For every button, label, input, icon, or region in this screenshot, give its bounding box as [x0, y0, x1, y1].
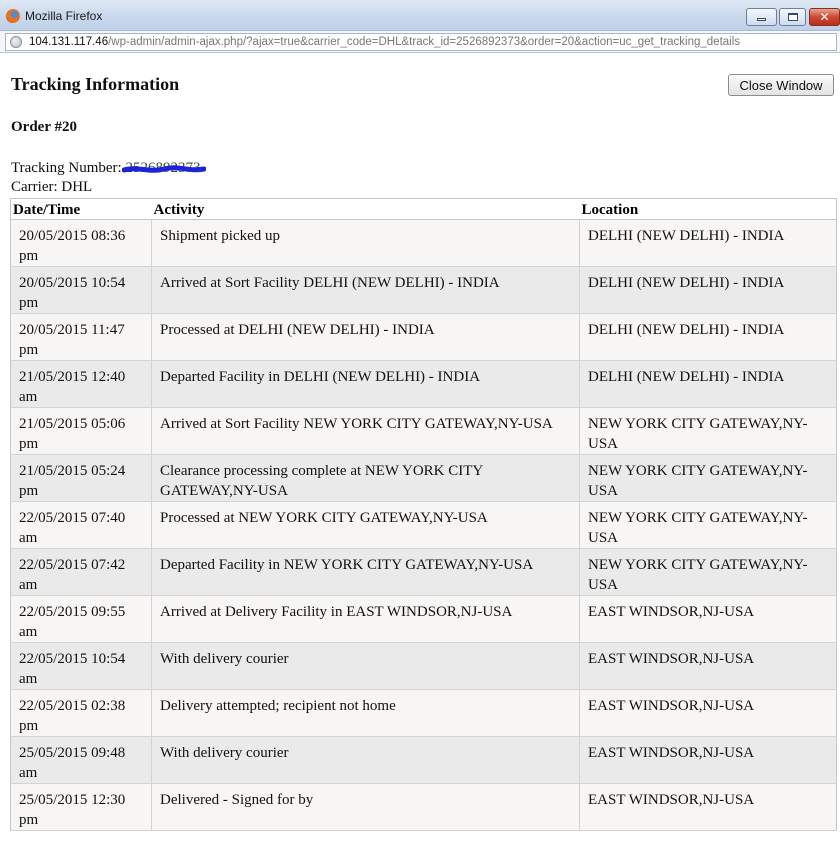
cell-datetime: 22/05/2015 07:40 am — [10, 501, 152, 549]
cell-activity: Delivery attempted; recipient not home — [151, 689, 580, 737]
table-row: 22/05/2015 07:42 am Departed Facility in … — [10, 548, 837, 596]
cell-location: EAST WINDSOR,NJ-USA — [579, 689, 837, 737]
firefox-icon — [6, 9, 20, 23]
minimize-button[interactable] — [746, 8, 777, 26]
tracking-table: Date/Time Activity Location 20/05/2015 0… — [10, 198, 837, 831]
cell-location: DELHI (NEW DELHI) - INDIA — [579, 313, 837, 361]
cell-datetime: 21/05/2015 12:40 am — [10, 360, 152, 408]
cell-activity: Departed Facility in DELHI (NEW DELHI) -… — [151, 360, 580, 408]
maximize-button[interactable] — [779, 8, 806, 26]
cell-activity: Arrived at Delivery Facility in EAST WIN… — [151, 595, 580, 643]
cell-location: DELHI (NEW DELHI) - INDIA — [579, 360, 837, 408]
table-row: 20/05/2015 08:36 pm Shipment picked up DEL… — [10, 219, 837, 267]
tracking-number-label: Tracking Number: — [11, 160, 122, 176]
tracking-number-line: Tracking Number: 2526892373 — [11, 160, 207, 177]
tracking-number-text: 2526892373 — [125, 160, 201, 176]
close-icon: ✕ — [819, 10, 830, 24]
cell-datetime: 22/05/2015 07:42 am — [10, 548, 152, 596]
cell-activity: Delivered - Signed for by — [151, 783, 580, 831]
close-window-control[interactable]: ✕ — [809, 8, 840, 26]
cell-datetime: 22/05/2015 10:54 am — [10, 642, 152, 690]
cell-location: NEW YORK CITY GATEWAY,NY-USA — [579, 501, 837, 549]
close-window-button[interactable]: Close Window — [728, 74, 834, 96]
url-path: /wp-admin/admin-ajax.php/?ajax=true&carr… — [108, 36, 741, 48]
cell-datetime: 20/05/2015 08:36 pm — [10, 219, 152, 267]
tracking-number-value: 2526892373 — [122, 160, 207, 176]
cell-location: NEW YORK CITY GATEWAY,NY-USA — [579, 454, 837, 502]
tracking-table-body: 20/05/2015 08:36 pm Shipment picked up DEL… — [10, 219, 837, 831]
column-header-datetime: Date/Time — [10, 198, 152, 220]
page-title: Tracking Information — [11, 74, 180, 94]
table-row: 22/05/2015 02:38 pm Delivery attempted; r… — [10, 689, 837, 737]
column-header-activity: Activity — [151, 198, 580, 220]
url-field[interactable]: 104.131.117.46/wp-admin/admin-ajax.php/?… — [5, 33, 837, 51]
carrier-label: Carrier: — [11, 179, 58, 195]
cell-datetime: 20/05/2015 10:54 pm — [10, 266, 152, 314]
cell-activity: Processed at DELHI (NEW DELHI) - INDIA — [151, 313, 580, 361]
cell-location: EAST WINDSOR,NJ-USA — [579, 642, 837, 690]
cell-location: DELHI (NEW DELHI) - INDIA — [579, 219, 837, 267]
table-row: 22/05/2015 07:40 am Processed at NEW YORK… — [10, 501, 837, 549]
address-bar: 104.131.117.46/wp-admin/admin-ajax.php/?… — [0, 31, 840, 53]
cell-datetime: 20/05/2015 11:47 pm — [10, 313, 152, 361]
table-row: 21/05/2015 12:40 am Departed Facility in … — [10, 360, 837, 408]
url-host: 104.131.117.46 — [29, 36, 109, 48]
cell-location: EAST WINDSOR,NJ-USA — [579, 783, 837, 831]
table-row: 20/05/2015 10:54 pm Arrived at Sort Facil… — [10, 266, 837, 314]
carrier-line: Carrier: DHL — [11, 179, 92, 196]
order-heading: Order #20 — [11, 119, 77, 135]
cell-datetime: 21/05/2015 05:06 pm — [10, 407, 152, 455]
cell-activity: Processed at NEW YORK CITY GATEWAY,NY-US… — [151, 501, 580, 549]
minimize-icon — [757, 18, 766, 21]
maximize-icon — [787, 13, 798, 21]
window-title: Mozilla Firefox — [25, 9, 103, 23]
cell-datetime: 22/05/2015 09:55 am — [10, 595, 152, 643]
cell-datetime: 25/05/2015 09:48 am — [10, 736, 152, 784]
cell-activity: Clearance processing complete at NEW YOR… — [151, 454, 580, 502]
cell-activity: Arrived at Sort Facility NEW YORK CITY G… — [151, 407, 580, 455]
cell-location: EAST WINDSOR,NJ-USA — [579, 736, 837, 784]
table-row: 20/05/2015 11:47 pm Processed at DELHI (N… — [10, 313, 837, 361]
cell-activity: With delivery courier — [151, 736, 580, 784]
url-text: 104.131.117.46/wp-admin/admin-ajax.php/?… — [29, 36, 740, 48]
cell-location: NEW YORK CITY GATEWAY,NY-USA — [579, 548, 837, 596]
cell-datetime: 22/05/2015 02:38 pm — [10, 689, 152, 737]
table-row: 22/05/2015 10:54 am With delivery courier… — [10, 642, 837, 690]
globe-icon — [10, 36, 22, 48]
window-title-bar[interactable]: Mozilla Firefox ✕ — [0, 0, 840, 31]
cell-activity: Departed Facility in NEW YORK CITY GATEW… — [151, 548, 580, 596]
cell-activity: Shipment picked up — [151, 219, 580, 267]
table-row: 25/05/2015 12:30 pm Delivered - Signed fo… — [10, 783, 837, 831]
table-row: 21/05/2015 05:24 pm Clearance processing … — [10, 454, 837, 502]
table-row: 22/05/2015 09:55 am Arrived at Delivery F… — [10, 595, 837, 643]
carrier-value: DHL — [61, 179, 93, 195]
table-row: 21/05/2015 05:06 pm Arrived at Sort Facil… — [10, 407, 837, 455]
cell-datetime: 21/05/2015 05:24 pm — [10, 454, 152, 502]
cell-activity: Arrived at Sort Facility DELHI (NEW DELH… — [151, 266, 580, 314]
cell-datetime: 25/05/2015 12:30 pm — [10, 783, 152, 831]
table-header-row: Date/Time Activity Location — [10, 198, 837, 220]
cell-location: EAST WINDSOR,NJ-USA — [579, 595, 837, 643]
cell-location: DELHI (NEW DELHI) - INDIA — [579, 266, 837, 314]
cell-activity: With delivery courier — [151, 642, 580, 690]
table-row: 25/05/2015 09:48 am With delivery courier… — [10, 736, 837, 784]
cell-location: NEW YORK CITY GATEWAY,NY-USA — [579, 407, 837, 455]
column-header-location: Location — [579, 198, 837, 220]
